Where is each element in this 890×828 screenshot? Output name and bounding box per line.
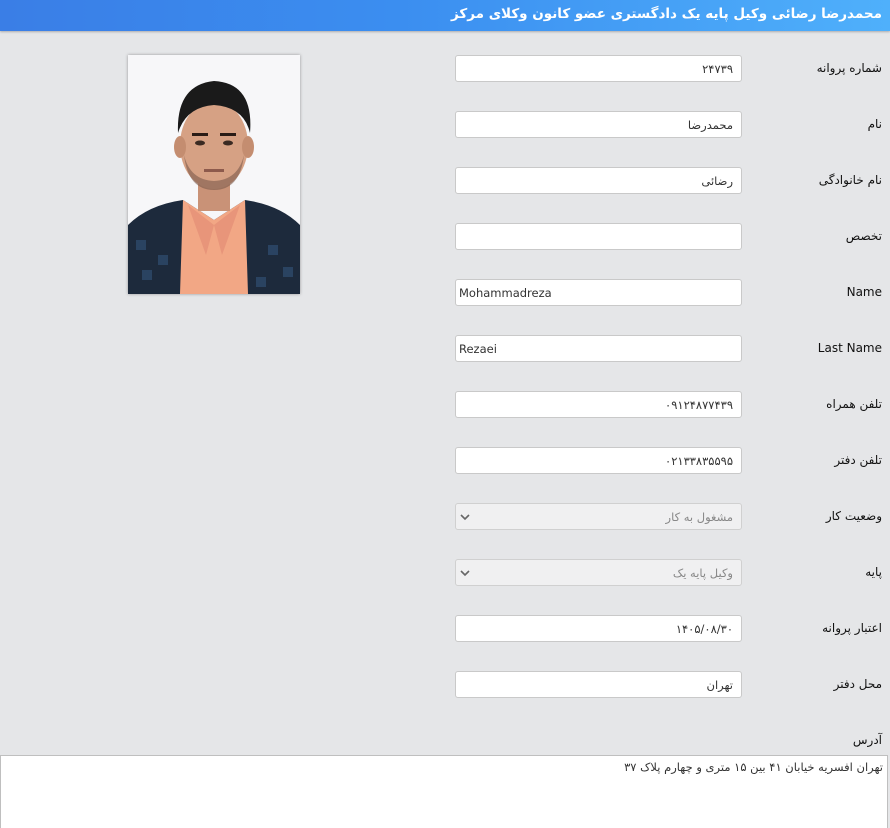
license-number-label: شماره پروانه	[816, 61, 882, 75]
chevron-down-icon	[460, 514, 470, 521]
license-validity-label: اعتبار پروانه	[822, 621, 882, 635]
first-name-field[interactable]: محمدرضا	[455, 111, 742, 138]
name-en-label: Name	[846, 285, 882, 299]
license-validity-field[interactable]: ۱۴۰۵/۰۸/۳۰	[455, 615, 742, 642]
work-status-select[interactable]: مشغول به کار	[455, 503, 742, 530]
grade-label: پایه	[865, 565, 882, 579]
chevron-down-icon	[460, 570, 470, 577]
last-name-en-field[interactable]: Rezaei	[455, 335, 742, 362]
specialty-label: تخصص	[845, 229, 882, 243]
work-status-label: وضعیت کار	[825, 509, 882, 523]
profile-photo	[128, 55, 300, 294]
last-name-fa-label: نام خانوادگی	[818, 173, 882, 187]
last-name-fa-field[interactable]: رضائی	[455, 167, 742, 194]
mobile-field[interactable]: ۰۹۱۲۴۸۷۷۴۳۹	[455, 391, 742, 418]
mobile-label: تلفن همراه	[826, 397, 882, 411]
page-title: محمدرضا رضائی وکیل پایه یک دادگستری عضو …	[450, 6, 882, 22]
office-location-field[interactable]: تهران	[455, 671, 742, 698]
page-header: محمدرضا رضائی وکیل پایه یک دادگستری عضو …	[0, 0, 890, 31]
specialty-field[interactable]	[455, 223, 742, 250]
address-label: آدرس	[852, 733, 882, 747]
name-en-field[interactable]: Mohammadreza	[455, 279, 742, 306]
license-number-field[interactable]: ۲۴۷۳۹	[455, 55, 742, 82]
address-textarea[interactable]: تهران افسریه خیابان ۴۱ بین ۱۵ متری و چها…	[0, 755, 888, 828]
office-location-label: محل دفتر	[833, 677, 882, 691]
last-name-en-label: Last Name	[817, 341, 882, 355]
grade-select[interactable]: وکیل پایه یک	[455, 559, 742, 586]
first-name-label: نام	[867, 117, 882, 131]
office-phone-label: تلفن دفتر	[834, 453, 882, 467]
office-phone-field[interactable]: ۰۲۱۳۳۸۳۵۵۹۵	[455, 447, 742, 474]
